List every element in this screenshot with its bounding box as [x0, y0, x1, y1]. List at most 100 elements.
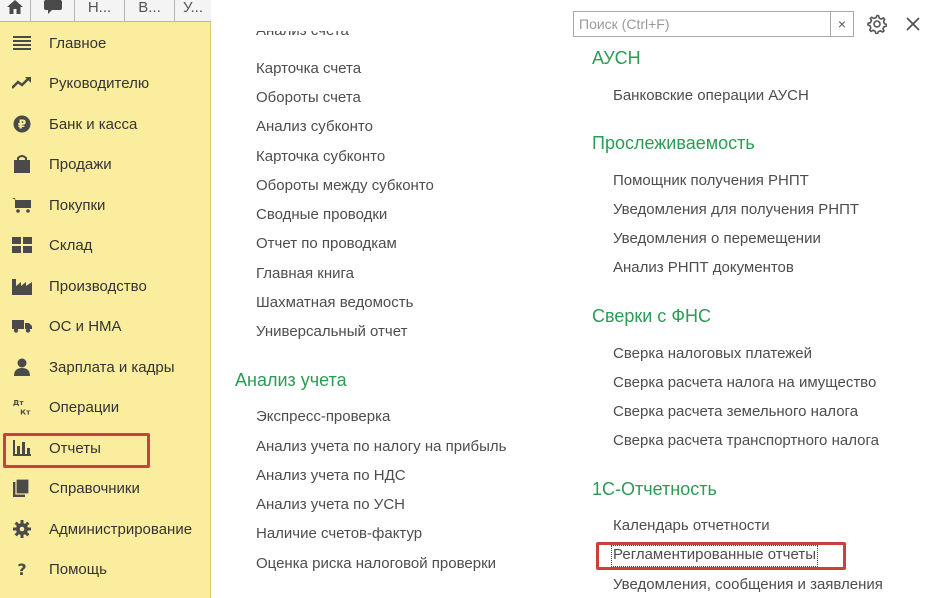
section-title-fns: Сверки с ФНС — [592, 306, 711, 326]
factory-icon — [12, 276, 32, 296]
clear-search-button[interactable]: × — [830, 12, 853, 36]
reports-panel: Анализ счета Карточка счета Обороты счет… — [212, 0, 929, 598]
menu-lines-icon — [12, 33, 32, 53]
report-link[interactable]: Сводные проводки — [256, 206, 387, 223]
close-icon — [906, 17, 920, 31]
sidebar-item-bank[interactable]: ₽ Банк и касса — [0, 104, 211, 144]
dt-label: Дт — [13, 398, 24, 407]
open-tab-2[interactable]: В... — [125, 0, 175, 22]
open-tab-3[interactable]: У... — [175, 0, 211, 22]
sidebar-item-label: Склад — [49, 236, 93, 254]
warehouse-grid-icon — [12, 235, 32, 255]
report-link[interactable]: Помощник получения РНПТ — [613, 172, 809, 189]
sidebar-item-main[interactable]: Главное — [0, 23, 211, 63]
report-link[interactable]: Сверка расчета транспортного налога — [613, 432, 879, 449]
section-title-analysis: Анализ учета — [235, 370, 347, 390]
open-tab-1[interactable]: Н... — [75, 0, 125, 22]
open-tab-2-label: В... — [138, 0, 161, 16]
sidebar-item-label: Покупки — [49, 196, 106, 214]
sidebar-item-label: Операции — [49, 398, 120, 416]
sidebar-item-label: Банк и касса — [49, 115, 138, 133]
report-link[interactable]: Уведомления для получения РНПТ — [613, 201, 859, 218]
sidebar-item-warehouse[interactable]: Склад — [0, 225, 211, 265]
report-link[interactable]: Анализ учета по НДС — [256, 467, 406, 484]
report-link-account-analysis[interactable]: Анализ счета — [256, 31, 349, 45]
chat-icon — [43, 0, 62, 14]
bar-chart-icon — [12, 438, 32, 458]
truck-icon — [12, 316, 32, 336]
books-icon — [12, 478, 32, 498]
sidebar-item-manager[interactable]: Руководителю — [0, 63, 211, 103]
sidebar-item-fixed-assets[interactable]: ОС и НМА — [0, 306, 211, 346]
report-link[interactable]: Обороты между субконто — [256, 177, 434, 194]
dt-kt-icon: Дт Кт — [12, 397, 32, 417]
sidebar-item-admin[interactable]: Администрирование — [0, 509, 211, 549]
report-link[interactable]: Главная книга — [256, 265, 354, 282]
sidebar-item-label: Помощь — [49, 560, 107, 578]
sidebar-item-sales[interactable]: Продажи — [0, 144, 211, 184]
close-button[interactable] — [902, 13, 924, 35]
sidebar-item-label: Справочники — [49, 479, 140, 497]
sidebar-item-label: Продажи — [49, 155, 112, 173]
ruble-coin-icon: ₽ — [12, 114, 32, 134]
report-link[interactable]: Анализ учета по УСН — [256, 496, 405, 513]
search-input[interactable] — [574, 12, 830, 36]
report-link[interactable]: Оценка риска налоговой проверки — [256, 555, 496, 572]
report-link[interactable]: Анализ РНПТ документов — [613, 259, 794, 276]
section-title-traceability: Прослеживаемость — [592, 133, 755, 153]
report-link[interactable]: Календарь отчетности — [613, 517, 770, 534]
report-link[interactable]: Наличие счетов-фактур — [256, 525, 422, 542]
trend-up-icon — [12, 73, 32, 93]
svg-text:₽: ₽ — [18, 118, 26, 132]
report-link[interactable]: Универсальный отчет — [256, 323, 407, 340]
report-link[interactable]: Анализ субконто — [256, 118, 373, 135]
report-link[interactable]: Сверка расчета земельного налога — [613, 403, 858, 420]
sidebar-item-help[interactable]: ? Помощь — [0, 549, 211, 589]
top-toolbar: Н... В... У... — [0, 0, 211, 22]
report-link[interactable]: Уведомления, сообщения и заявления — [613, 576, 883, 593]
sidebar-item-production[interactable]: Производство — [0, 266, 211, 306]
sections-sidebar: Н... В... У... Главное Руководителю ₽ Ба… — [0, 0, 211, 598]
settings-button[interactable] — [866, 13, 888, 35]
report-link[interactable]: Отчет по проводкам — [256, 235, 397, 252]
home-button[interactable] — [0, 0, 31, 22]
sidebar-item-label: Зарплата и кадры — [49, 358, 175, 376]
open-tab-3-label: У... — [182, 0, 204, 16]
report-link[interactable]: Сверка расчета налога на имущество — [613, 374, 876, 391]
section-title-ausn: АУСН — [592, 48, 641, 68]
search-box: × — [573, 11, 854, 37]
report-link[interactable]: Шахматная ведомость — [256, 294, 413, 311]
report-link[interactable]: Обороты счета — [256, 89, 361, 106]
cart-icon — [12, 195, 32, 215]
sidebar-item-operations[interactable]: Дт Кт Операции — [0, 387, 211, 427]
gear-icon — [12, 519, 32, 539]
person-icon — [12, 357, 32, 377]
sidebar-item-label: Главное — [49, 34, 107, 52]
open-tab-1-label: Н... — [87, 0, 112, 16]
sidebar-item-label: ОС и НМА — [49, 317, 122, 335]
report-link[interactable]: Сверка налоговых платежей — [613, 345, 812, 362]
report-link[interactable]: Экспресс-проверка — [256, 408, 390, 425]
sidebar-item-purchases[interactable]: Покупки — [0, 185, 211, 225]
sidebar-item-label: Отчеты — [49, 439, 101, 457]
sidebar-item-label: Руководителю — [49, 74, 150, 92]
report-link[interactable]: Банковские операции АУСН — [613, 87, 809, 104]
question-icon: ? — [12, 559, 32, 579]
section-title-reporting: 1С-Отчетность — [592, 479, 717, 499]
chat-button[interactable] — [31, 0, 75, 22]
shopping-bag-icon — [12, 154, 32, 174]
home-icon — [7, 0, 23, 14]
svg-text:?: ? — [17, 560, 26, 578]
report-link[interactable]: Карточка субконто — [256, 148, 385, 165]
kt-label: Кт — [20, 407, 31, 416]
sidebar-item-label: Администрирование — [49, 520, 193, 538]
sidebar-item-catalogs[interactable]: Справочники — [0, 468, 211, 508]
report-link[interactable]: Уведомления о перемещении — [613, 230, 821, 247]
sidebar-item-label: Производство — [49, 277, 147, 295]
gear-icon — [867, 14, 887, 34]
focus-outline — [611, 545, 818, 567]
sidebar-item-salary[interactable]: Зарплата и кадры — [0, 347, 211, 387]
sidebar-item-reports[interactable]: Отчеты — [0, 428, 211, 468]
report-link[interactable]: Анализ учета по налогу на прибыль — [256, 438, 506, 455]
report-link[interactable]: Карточка счета — [256, 60, 361, 77]
